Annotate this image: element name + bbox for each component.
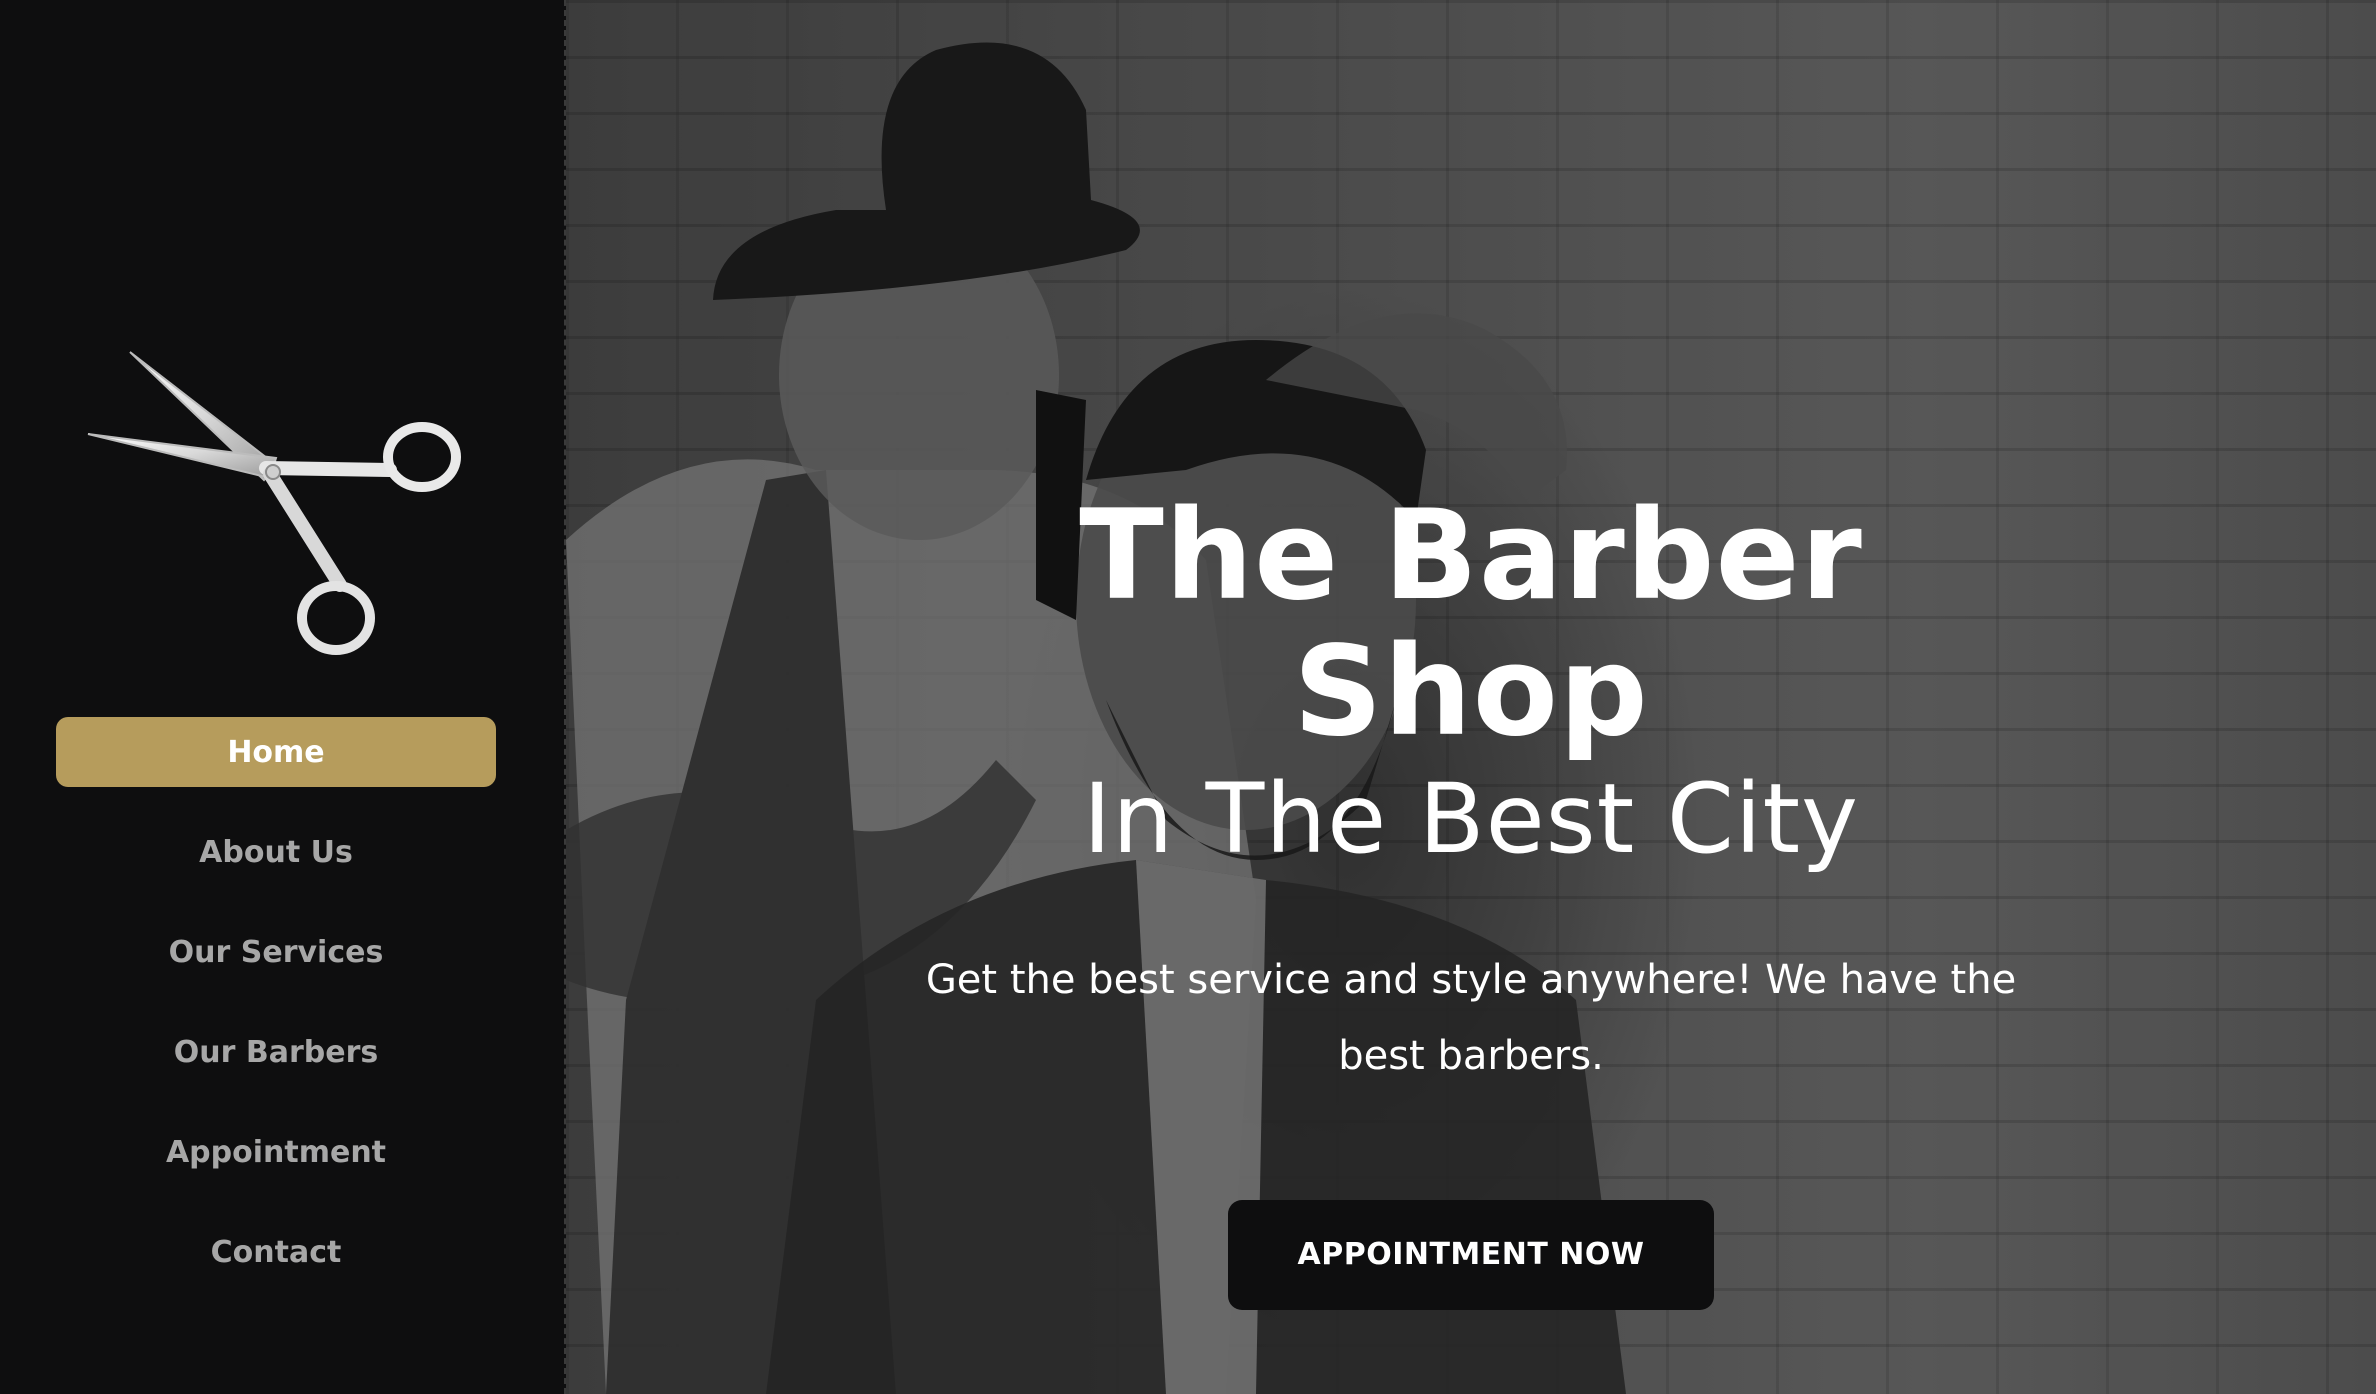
hero-content: The Barber Shop In The Best City Get the… [896,488,2046,1310]
appointment-now-button[interactable]: APPOINTMENT NOW [1228,1200,1714,1310]
hero-title-line1: The Barber [1079,484,1863,628]
nav-item-appointment[interactable]: Appointment [56,1117,496,1187]
nav-item-home[interactable]: Home [56,717,496,787]
scissors-icon[interactable] [80,340,480,670]
sidebar: Home About Us Our Services Our Barbers A… [0,0,566,1394]
nav-item-our-barbers[interactable]: Our Barbers [56,1017,496,1087]
hero-title: The Barber Shop [896,488,2046,760]
hero-title-line2: Shop [1293,620,1649,764]
nav-item-our-services[interactable]: Our Services [56,917,496,987]
nav-item-about-us[interactable]: About Us [56,817,496,887]
sidebar-nav: Home About Us Our Services Our Barbers A… [56,717,496,1317]
nav-item-contact[interactable]: Contact [56,1217,496,1287]
page: Home About Us Our Services Our Barbers A… [0,0,2376,1394]
hero-description: Get the best service and style anywhere!… [925,957,2017,1079]
hero-subtitle: In The Best City [1083,763,1859,875]
hero-section: The Barber Shop In The Best City Get the… [566,0,2376,1394]
